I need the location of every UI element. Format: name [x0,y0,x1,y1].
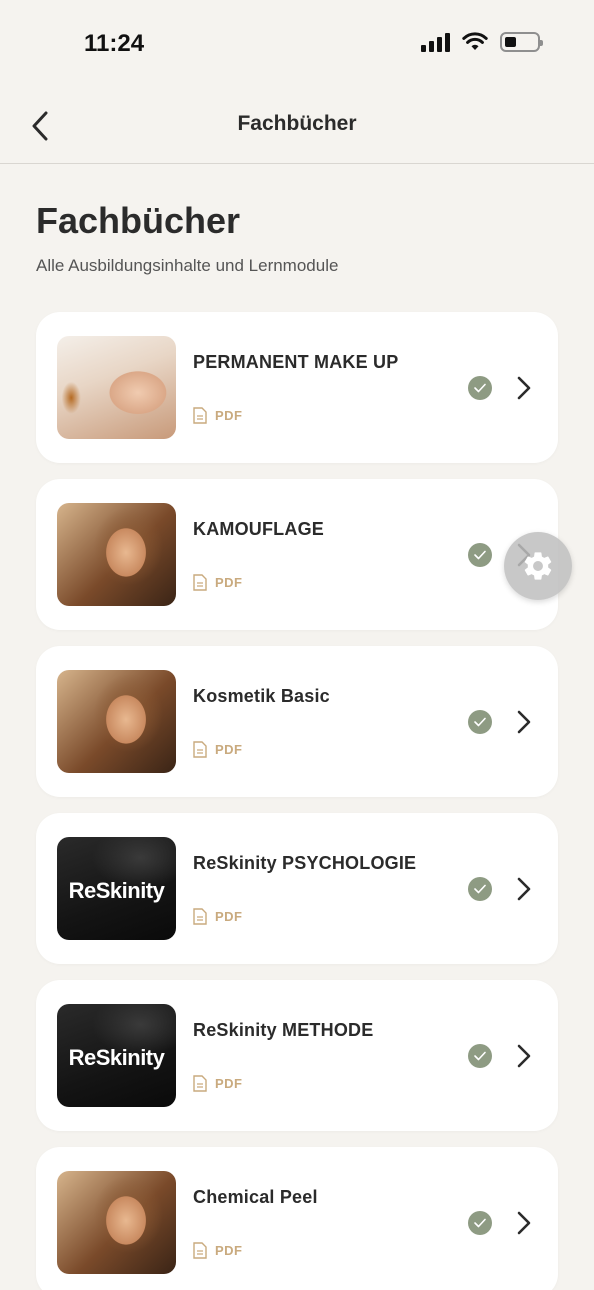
chevron-right-icon [514,708,534,736]
nav-title: Fachbücher [237,112,357,135]
battery-icon [500,32,543,52]
settings-button[interactable] [504,532,572,600]
page-title: Fachbücher [36,200,241,241]
book-thumbnail [57,670,176,773]
check-circle-icon [468,877,492,901]
wifi-icon [462,32,488,50]
format-label: PDF [215,742,243,757]
book-thumbnail [57,336,176,439]
chevron-right-icon [514,374,534,402]
status-time: 11:24 [84,30,145,57]
reskinity-logo: ReSkinity [68,1044,165,1070]
document-icon [193,741,207,758]
status-bar: 11:24 [0,0,594,88]
check-circle-icon [468,1044,492,1068]
book-card-reskinity-psychologie[interactable]: ReSkinity ReSkinity PSYCHOLOGIE PDF [36,813,558,964]
navigation-bar: Fachbücher [0,88,594,164]
format-label: PDF [215,1243,243,1258]
format-label: PDF [215,575,243,590]
book-card-reskinity-methode[interactable]: ReSkinity ReSkinity METHODE PDF [36,980,558,1131]
book-format: PDF [193,1242,243,1259]
book-card-chemical-peel[interactable]: Chemical Peel PDF [36,1147,558,1290]
document-icon [193,1242,207,1259]
book-title: Chemical Peel [193,1187,318,1207]
chevron-right-icon [514,1042,534,1070]
book-format: PDF [193,741,243,758]
document-icon [193,407,207,424]
format-label: PDF [215,909,243,924]
document-icon [193,908,207,925]
book-thumbnail [57,503,176,606]
chevron-right-icon [514,875,534,903]
document-icon [193,574,207,591]
book-format: PDF [193,1075,243,1092]
page-subtitle: Alle Ausbildungsinhalte und Lernmodule [36,256,339,275]
book-thumbnail [57,1171,176,1274]
check-circle-icon [468,376,492,400]
format-label: PDF [215,1076,243,1091]
format-label: PDF [215,408,243,423]
status-icons [421,32,543,52]
book-card-kamouflage[interactable]: KAMOUFLAGE PDF [36,479,558,630]
chevron-right-icon [514,1209,534,1237]
document-icon [193,1075,207,1092]
book-card-kosmetik-basic[interactable]: Kosmetik Basic PDF [36,646,558,797]
cellular-signal-icon [421,32,450,52]
gear-icon [524,552,552,580]
book-title: ReSkinity METHODE [193,1020,374,1040]
check-circle-icon [468,1211,492,1235]
book-title: Kosmetik Basic [193,686,330,706]
book-title: ReSkinity PSYCHOLOGIE [193,853,417,873]
book-thumbnail: ReSkinity [57,1004,176,1107]
book-format: PDF [193,574,243,591]
check-circle-icon [468,710,492,734]
book-card-permanent-make-up[interactable]: PERMANENT MAKE UP PDF [36,312,558,463]
book-title: PERMANENT MAKE UP [193,352,399,372]
book-format: PDF [193,407,243,424]
book-format: PDF [193,908,243,925]
check-circle-icon [468,543,492,567]
book-title: KAMOUFLAGE [193,519,324,539]
book-list: PERMANENT MAKE UP PDF KAMOUFLAGE PDF Kos… [36,312,558,1290]
reskinity-logo: ReSkinity [68,877,165,903]
book-thumbnail: ReSkinity [57,837,176,940]
